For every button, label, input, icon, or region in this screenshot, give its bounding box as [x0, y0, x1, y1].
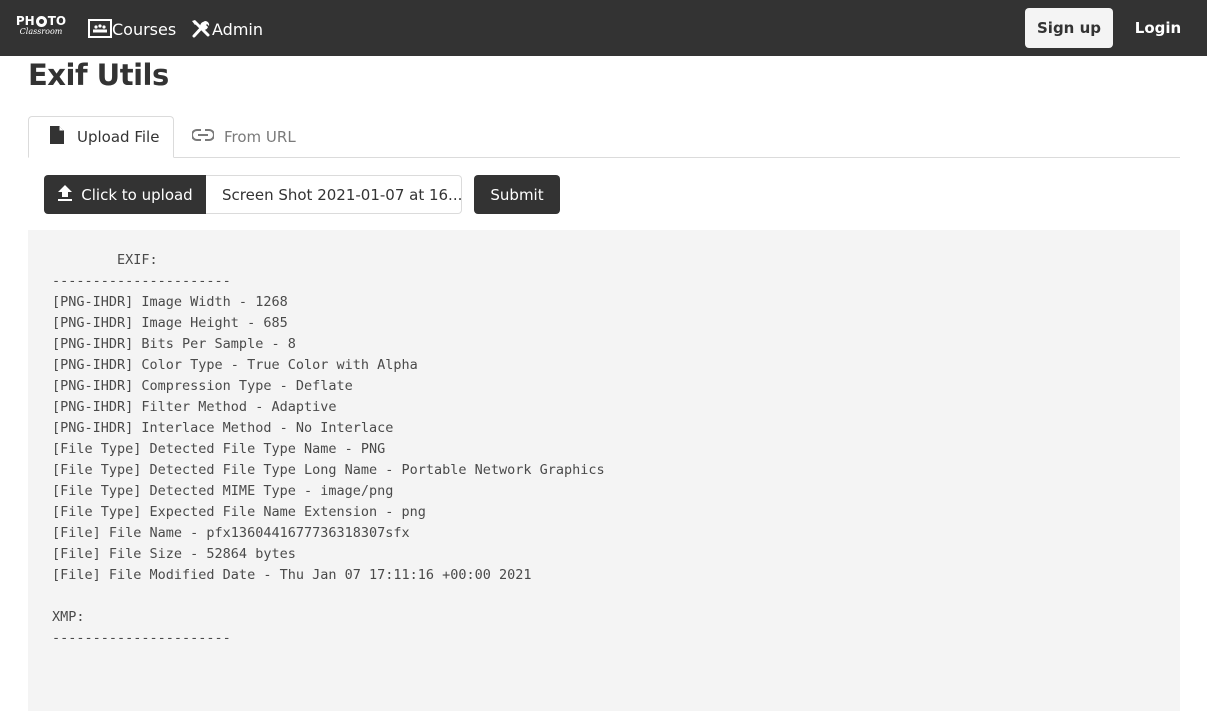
output-line: [PNG-IHDR] Compression Type - Deflate — [52, 378, 353, 394]
nav-link-label: Courses — [112, 19, 177, 39]
output-line: [File] File Modified Date - Thu Jan 07 1… — [52, 567, 532, 583]
logo-bottom-text: Classroom — [19, 27, 63, 36]
photo-classroom-logo[interactable]: PH TO Classroom — [14, 14, 68, 44]
nav-link-label: Admin — [212, 19, 263, 39]
logo-top: PH TO — [15, 14, 67, 28]
sign-up-button[interactable]: Sign up — [1025, 8, 1113, 48]
submit-button[interactable]: Submit — [474, 175, 560, 214]
output-line: [File Type] Expected File Name Extension… — [52, 504, 426, 520]
output-line: EXIF: — [52, 252, 158, 268]
output-line: ---------------------- — [52, 273, 231, 289]
nav-link-courses[interactable]: Courses — [88, 16, 176, 42]
output-line: [File Type] Detected MIME Type - image/p… — [52, 483, 394, 499]
output-line: [File] File Size - 52864 bytes — [52, 546, 296, 562]
output-line: [PNG-IHDR] Interlace Method - No Interla… — [52, 420, 394, 436]
file-icon — [47, 125, 77, 149]
output-line: [File Type] Detected File Type Long Name… — [52, 462, 605, 478]
output-line: XMP: — [52, 609, 85, 625]
upload-icon — [57, 184, 81, 206]
output-line: [PNG-IHDR] Filter Method - Adaptive — [52, 399, 337, 415]
upload-button-label: Click to upload — [81, 185, 193, 204]
navbar: PH TO Classroom Courses Admin Sign up Lo… — [0, 0, 1207, 56]
exif-output: EXIF: ---------------------- [PNG-IHDR] Im… — [28, 230, 1180, 711]
upload-form: Click to upload Screen Shot 2021-01-07 a… — [44, 175, 560, 214]
tab-label: From URL — [224, 128, 296, 146]
tab-from-url[interactable]: From URL — [191, 116, 296, 158]
tab-label: Upload File — [77, 128, 160, 146]
output-line: [File] File Name - pfx136044167773631830… — [52, 525, 410, 541]
output-line: [File Type] Detected File Type Name - PN… — [52, 441, 386, 457]
output-line: [PNG-IHDR] Color Type - True Color with … — [52, 357, 418, 373]
output-line: ---------------------- — [52, 630, 231, 646]
tools-icon — [191, 19, 212, 39]
nav-link-admin[interactable]: Admin — [191, 16, 263, 42]
link-icon — [191, 128, 224, 146]
click-to-upload-button[interactable]: Click to upload — [44, 175, 206, 214]
selected-file-name: Screen Shot 2021-01-07 at 16... — [206, 175, 462, 214]
presentation-icon — [88, 19, 112, 39]
tab-upload-file[interactable]: Upload File — [28, 116, 174, 158]
source-tabs: Upload File From URL — [28, 116, 1180, 158]
output-line: [PNG-IHDR] Image Width - 1268 — [52, 294, 288, 310]
lens-ring-icon — [35, 15, 47, 27]
output-line: [PNG-IHDR] Bits Per Sample - 8 — [52, 336, 296, 352]
output-line: [PNG-IHDR] Image Height - 685 — [52, 315, 288, 331]
page-title: Exif Utils — [28, 58, 169, 92]
login-button[interactable]: Login — [1124, 8, 1192, 48]
